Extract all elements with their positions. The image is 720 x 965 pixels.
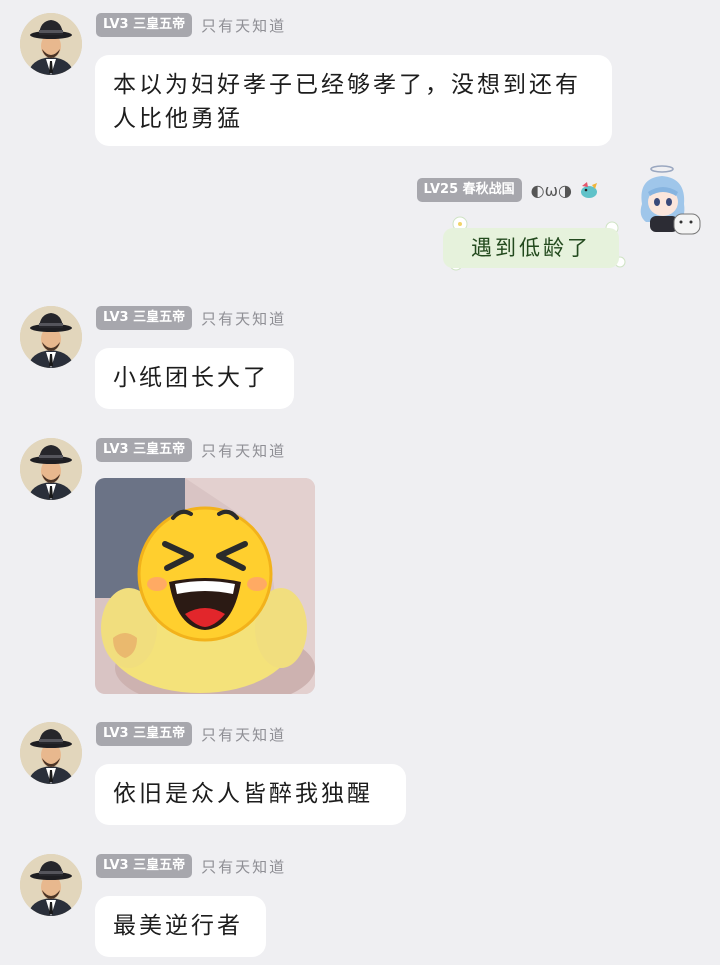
laughing-emoji-sticker[interactable] xyxy=(95,478,315,694)
nickname[interactable]: 只有天知道 xyxy=(201,440,286,461)
nickname[interactable]: 只有天知道 xyxy=(201,724,286,745)
message-bubble[interactable]: 依旧是众人皆醉我独醒 xyxy=(95,764,406,825)
sender-meta: LV3 三皇五帝 只有天知道 xyxy=(96,438,286,462)
sender-meta: LV25 春秋战国 ◐ω◑ xyxy=(416,178,601,202)
avatar[interactable] xyxy=(20,854,82,916)
level-badge: LV25 春秋战国 xyxy=(416,178,522,202)
sender-meta: LV3 三皇五帝 只有天知道 xyxy=(96,854,286,878)
nickname[interactable]: ◐ω◑ xyxy=(531,181,572,200)
sender-meta: LV3 三皇五帝 只有天知道 xyxy=(96,722,286,746)
level-badge: LV3 三皇五帝 xyxy=(96,854,193,878)
message-bubble[interactable]: 小纸团长大了 xyxy=(95,348,294,409)
anime-girl-avatar[interactable] xyxy=(630,164,706,240)
level-badge: LV3 三皇五帝 xyxy=(96,306,193,330)
level-badge: LV3 三皇五帝 xyxy=(96,13,193,37)
message-bubble[interactable]: 本以为妇好孝子已经够孝了，没想到还有人比他勇猛 xyxy=(95,55,612,146)
nickname[interactable]: 只有天知道 xyxy=(201,15,286,36)
dragon-sticker-icon xyxy=(578,180,600,200)
nickname[interactable]: 只有天知道 xyxy=(201,308,286,329)
nickname[interactable]: 只有天知道 xyxy=(201,856,286,877)
message-bubble[interactable]: 最美逆行者 xyxy=(95,896,266,957)
level-badge: LV3 三皇五帝 xyxy=(96,722,193,746)
sender-meta: LV3 三皇五帝 只有天知道 xyxy=(96,306,286,330)
avatar[interactable] xyxy=(20,722,82,784)
avatar[interactable] xyxy=(20,438,82,500)
sender-meta: LV3 三皇五帝 只有天知道 xyxy=(96,13,286,37)
avatar[interactable] xyxy=(20,13,82,75)
level-badge: LV3 三皇五帝 xyxy=(96,438,193,462)
avatar[interactable] xyxy=(20,306,82,368)
message-bubble[interactable]: 遇到低龄了 xyxy=(443,228,619,268)
